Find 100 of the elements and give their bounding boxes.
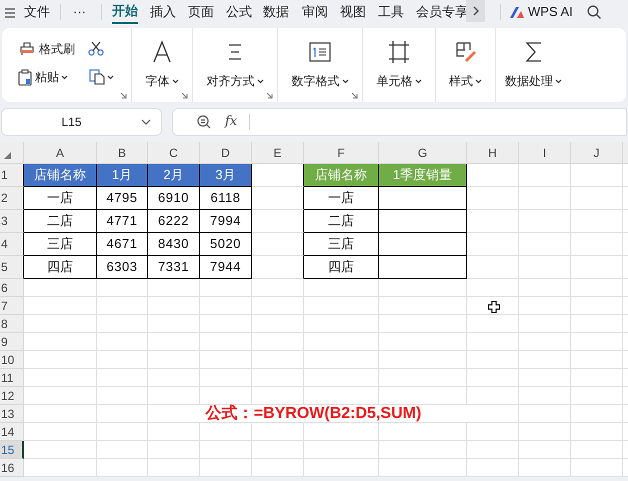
ribbon-button[interactable]: 字体 — [146, 72, 178, 90]
table-cell: 4671 — [97, 233, 148, 256]
dialog-launcher-icon[interactable] — [182, 93, 188, 99]
select-all-corner[interactable] — [0, 142, 24, 164]
table-cell: 4771 — [97, 210, 148, 233]
table-cell: 7994 — [200, 210, 252, 233]
dialog-launcher-icon[interactable] — [352, 93, 358, 99]
paste-button[interactable]: 粘贴 — [35, 68, 68, 86]
table-cell: 二店 — [304, 210, 379, 233]
row-header[interactable]: 15 — [0, 441, 24, 459]
menu-tab[interactable]: 页面 — [188, 0, 214, 24]
empty-cell[interactable] — [252, 233, 304, 256]
table-cell: 6910 — [148, 187, 200, 210]
menu-tab[interactable]: 公式 — [226, 0, 252, 24]
ai-button[interactable]: WPS AI — [510, 0, 573, 24]
row-header[interactable]: 12 — [0, 387, 24, 405]
row-header[interactable]: 1 — [0, 164, 24, 187]
row-header[interactable]: 9 — [0, 333, 24, 351]
column-header[interactable] — [623, 142, 628, 164]
empty-cell[interactable] — [379, 256, 467, 279]
row-header[interactable]: 14 — [0, 423, 24, 441]
dialog-launcher-icon[interactable] — [267, 93, 273, 99]
table-cell: 三店 — [304, 233, 379, 256]
column-header[interactable]: G — [379, 142, 467, 164]
dialog-launcher-icon[interactable] — [121, 93, 127, 99]
table-cell: 一店 — [24, 187, 97, 210]
column-header[interactable]: F — [304, 142, 379, 164]
menu-tab[interactable]: 插入 — [150, 0, 176, 24]
column-header[interactable]: E — [252, 142, 304, 164]
caret-icon — [256, 78, 264, 84]
font-icon — [151, 40, 173, 64]
caret-icon — [475, 78, 482, 84]
select-all-icon[interactable] — [4, 152, 11, 159]
table-cell: 四店 — [24, 256, 97, 279]
cell-reference: L15 — [60, 114, 83, 131]
table-header-cell: 2月 — [148, 164, 200, 187]
row-header[interactable]: 11 — [0, 369, 24, 387]
row-header[interactable]: 7 — [0, 297, 24, 315]
caret-icon — [172, 78, 178, 84]
row-header[interactable]: 3 — [0, 210, 24, 233]
column-header[interactable]: D — [200, 142, 252, 164]
column-header[interactable]: I — [519, 142, 571, 164]
logo-icon — [510, 6, 524, 18]
menu-tab[interactable]: 会员专享 — [416, 0, 468, 24]
clipboard-icon[interactable] — [18, 68, 32, 86]
empty-cell[interactable] — [252, 210, 304, 233]
name-box[interactable]: L15 — [1, 108, 162, 136]
row-header[interactable]: 4 — [0, 233, 24, 256]
formula-bar[interactable]: fx — [172, 108, 627, 136]
empty-cell[interactable] — [379, 210, 467, 233]
menu-tab[interactable]: 视图 — [340, 0, 366, 24]
menu-tab[interactable]: 数据 — [263, 0, 289, 24]
column-header[interactable]: C — [148, 142, 200, 164]
column-header[interactable]: B — [97, 142, 148, 164]
row-header[interactable]: 13 — [0, 405, 24, 423]
table-cell: 二店 — [24, 210, 97, 233]
format-painter-button[interactable]: 格式刷 — [39, 40, 75, 58]
search-icon[interactable] — [587, 5, 601, 19]
row-header[interactable]: 8 — [0, 315, 24, 333]
table-cell: 一店 — [304, 187, 379, 210]
caret-icon — [342, 78, 348, 84]
menu-tab[interactable]: ··· — [73, 0, 86, 24]
table-cell: 三店 — [24, 233, 97, 256]
format-painter-icon[interactable] — [18, 41, 36, 57]
column-header[interactable]: H — [467, 142, 519, 164]
row-header[interactable]: 16 — [0, 459, 24, 477]
empty-cell[interactable] — [379, 233, 467, 256]
column-header[interactable]: J — [571, 142, 623, 164]
empty-cell[interactable] — [252, 256, 304, 279]
row-header[interactable]: 2 — [0, 187, 24, 210]
caret-icon — [61, 74, 68, 80]
ribbon-button[interactable]: 数据处理 — [505, 72, 562, 90]
menu-tab[interactable]: 开始 — [112, 0, 138, 24]
menu-tab[interactable]: 审阅 — [302, 0, 328, 24]
row-header[interactable]: 5 — [0, 256, 24, 279]
row-header[interactable]: 6 — [0, 279, 24, 297]
zoom-out-icon[interactable] — [197, 115, 211, 129]
ribbon-button[interactable]: 单元格 — [376, 72, 422, 90]
ribbon-button[interactable]: 数字格式 — [292, 72, 348, 90]
table-cell: 四店 — [304, 256, 379, 279]
cursor-plus-icon — [488, 301, 500, 313]
ribbon-button[interactable]: 对齐方式 — [206, 72, 264, 90]
cell-border-icon — [388, 40, 410, 64]
empty-cell[interactable] — [252, 187, 304, 210]
more-tabs-button[interactable] — [466, 0, 485, 22]
table-cell: 6118 — [200, 187, 252, 210]
column-header[interactable]: A — [24, 142, 97, 164]
menu-icon[interactable] — [5, 8, 15, 18]
row-header[interactable]: 10 — [0, 351, 24, 369]
menu-tab[interactable]: 文件 — [24, 0, 50, 24]
menu-tab[interactable]: 工具 — [378, 0, 404, 24]
ribbon-button[interactable]: 样式 — [449, 72, 482, 90]
copy-icon[interactable] — [89, 69, 105, 85]
scissors-icon[interactable] — [88, 42, 104, 56]
caret-icon — [414, 78, 422, 84]
function-button[interactable]: fx — [225, 112, 238, 132]
empty-cell[interactable] — [379, 187, 467, 210]
table-header-cell: 3月 — [200, 164, 252, 187]
table-cell: 7331 — [148, 256, 200, 279]
table-cell: 4795 — [97, 187, 148, 210]
